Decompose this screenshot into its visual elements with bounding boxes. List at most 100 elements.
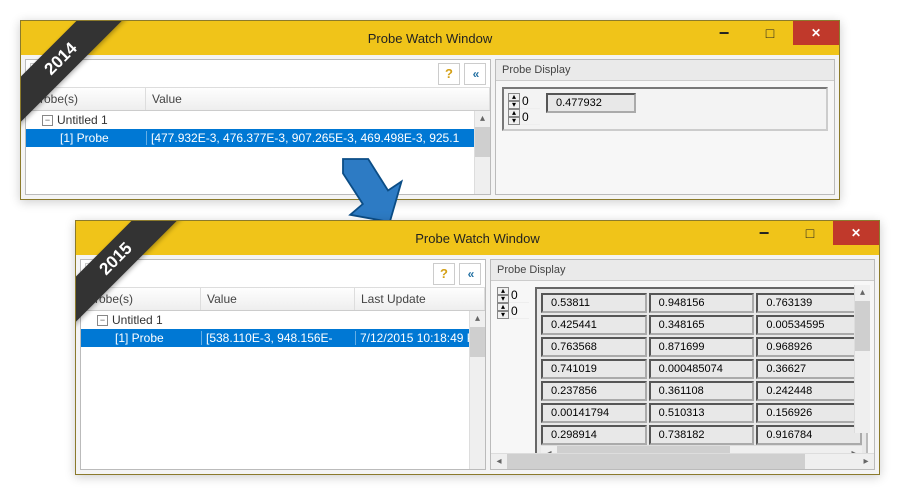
scroll-left-icon[interactable]: ◂: [491, 454, 507, 469]
spinner-row: ▴▾ 0: [497, 287, 529, 303]
probe-last-update: 7/12/2015 10:18:49 PM: [355, 331, 485, 345]
grid-cell: 0.36627: [756, 359, 862, 379]
left-pane: ✕ ? « Probe(s) Value − Untitled 1 [1] Pr…: [25, 59, 491, 195]
expand-icon[interactable]: −: [97, 315, 108, 326]
spin-down-icon[interactable]: ▾: [508, 117, 520, 125]
spin-row-value[interactable]: 0: [520, 94, 540, 109]
scroll-thumb[interactable]: [475, 127, 490, 157]
probe-row-selected[interactable]: [1] Probe [538.110E-3, 948.156E- 7/12/20…: [81, 329, 485, 347]
probe-row-selected[interactable]: [1] Probe [477.932E-3, 476.377E-3, 907.2…: [26, 129, 490, 147]
probe-value: [477.932E-3, 476.377E-3, 907.265E-3, 469…: [146, 131, 490, 145]
probe-tree: − Untitled 1 [1] Probe [538.110E-3, 948.…: [81, 311, 485, 469]
grid-cell: 0.763568: [541, 337, 647, 357]
content-2015: ✕ ? « Probe(s) Value Last Update − Untit…: [76, 255, 879, 474]
scroll-up-icon[interactable]: ▴: [855, 285, 870, 301]
collapse-icon[interactable]: «: [464, 63, 486, 85]
window-2014: Probe Watch Window − □ ✕ ✕ ? « Probe(s) …: [20, 20, 840, 200]
panel-title: Probe Display: [491, 260, 874, 281]
tree-root[interactable]: − Untitled 1: [81, 311, 485, 329]
grid-cell: 0.298914: [541, 425, 647, 445]
scroll-right-icon[interactable]: ▸: [858, 454, 874, 469]
left-pane: ✕ ? « Probe(s) Value Last Update − Untit…: [80, 259, 486, 470]
horizontal-scrollbar[interactable]: ◂ ▸: [541, 445, 862, 453]
titlebar-2014[interactable]: Probe Watch Window − □ ✕: [21, 21, 839, 55]
title-buttons: − □ ✕: [741, 221, 879, 245]
untitled-label: Untitled 1: [57, 113, 108, 127]
index-spinners: ▴▾ 0 ▴▾ 0: [497, 287, 529, 319]
right-pane: Probe Display ▴▾ 0 ▴▾ 0 0.477932: [495, 59, 835, 195]
grid-cell: 0.361108: [649, 381, 755, 401]
vertical-scrollbar[interactable]: ▴: [474, 111, 490, 194]
help-icon[interactable]: ?: [438, 63, 460, 85]
probe-display-2014: ▴▾ 0 ▴▾ 0 0.477932: [502, 87, 828, 131]
col-last-update[interactable]: Last Update: [355, 288, 485, 310]
grid-cell: 0.510313: [649, 403, 755, 423]
spin-row-value[interactable]: 0: [509, 288, 529, 303]
scroll-thumb[interactable]: [855, 301, 870, 351]
grid-cell: 0.871699: [649, 337, 755, 357]
scroll-up-icon[interactable]: ▴: [475, 111, 490, 127]
column-headers: Probe(s) Value Last Update: [81, 288, 485, 311]
grid-cell: 0.763139: [756, 293, 862, 313]
help-icon[interactable]: ?: [433, 263, 455, 285]
col-value[interactable]: Value: [201, 288, 355, 310]
minimize-button[interactable]: −: [741, 221, 787, 245]
toolbar: ✕ ? «: [81, 260, 485, 288]
untitled-label: Untitled 1: [112, 313, 163, 327]
probe-tree: − Untitled 1 [1] Probe [477.932E-3, 476.…: [26, 111, 490, 194]
col-probes[interactable]: Probe(s): [81, 288, 201, 310]
spin-down-icon[interactable]: ▾: [497, 311, 509, 319]
spinner-row: ▴▾ 0: [508, 93, 540, 109]
maximize-button[interactable]: □: [787, 221, 833, 245]
window-2015: Probe Watch Window − □ ✕ ✕ ? « Probe(s) …: [75, 220, 880, 475]
probe-value: [538.110E-3, 948.156E-: [201, 331, 355, 345]
scroll-up-icon[interactable]: ▴: [470, 311, 485, 327]
tree-root[interactable]: − Untitled 1: [26, 111, 490, 129]
spinner-col: ▴▾ 0: [508, 109, 540, 125]
probe-name: [1] Probe: [30, 131, 146, 145]
grid-cell: 0.237856: [541, 381, 647, 401]
panel-body: ▴▾ 0 ▴▾ 0 0.477932: [496, 81, 834, 194]
spin-col-value[interactable]: 0: [509, 304, 529, 319]
value-grid: 0.538110.9481560.7631390.4254410.3481650…: [541, 293, 862, 445]
delete-icon[interactable]: ✕: [30, 63, 52, 85]
col-probes[interactable]: Probe(s): [26, 88, 146, 110]
expand-icon[interactable]: −: [42, 115, 53, 126]
single-value: 0.477932: [546, 93, 636, 113]
spinner-col: ▴▾ 0: [497, 303, 529, 319]
close-button[interactable]: ✕: [833, 221, 879, 245]
panel-title: Probe Display: [496, 60, 834, 81]
maximize-button[interactable]: □: [747, 21, 793, 45]
value-grid-wrap: 0.538110.9481560.7631390.4254410.3481650…: [535, 287, 868, 453]
grid-cell: 0.738182: [649, 425, 755, 445]
grid-cell: 0.53811: [541, 293, 647, 313]
probe-display-2015: ▴▾ 0 ▴▾ 0 0.538110.9481560.7631390.42544…: [497, 287, 868, 453]
title-buttons: − □ ✕: [701, 21, 839, 45]
grid-cell: 0.156926: [756, 403, 862, 423]
scroll-left-icon[interactable]: ◂: [541, 446, 557, 453]
panel-horizontal-scrollbar[interactable]: ◂ ▸: [491, 453, 874, 469]
grid-cell: 0.348165: [649, 315, 755, 335]
grid-cell: 0.425441: [541, 315, 647, 335]
minimize-button[interactable]: −: [701, 21, 747, 45]
grid-cell: 0.948156: [649, 293, 755, 313]
vertical-scrollbar[interactable]: ▴: [469, 311, 485, 469]
vertical-scrollbar[interactable]: ▴: [854, 285, 870, 433]
col-value[interactable]: Value: [146, 88, 490, 110]
grid-cell: 0.00534595: [756, 315, 862, 335]
right-pane: Probe Display ▴▾ 0 ▴▾ 0 0.53811: [490, 259, 875, 470]
collapse-icon[interactable]: «: [459, 263, 481, 285]
scroll-thumb[interactable]: [507, 454, 805, 469]
close-button[interactable]: ✕: [793, 21, 839, 45]
spin-col-value[interactable]: 0: [520, 110, 540, 125]
grid-cell: 0.000485074: [649, 359, 755, 379]
scroll-thumb[interactable]: [470, 327, 485, 357]
scroll-right-icon[interactable]: ▸: [846, 446, 862, 453]
index-spinners: ▴▾ 0 ▴▾ 0: [508, 93, 540, 125]
titlebar-2015[interactable]: Probe Watch Window − □ ✕: [76, 221, 879, 255]
scroll-thumb[interactable]: [557, 446, 730, 453]
grid-cell: 0.242448: [756, 381, 862, 401]
delete-icon[interactable]: ✕: [85, 263, 107, 285]
probe-name: [1] Probe: [85, 331, 201, 345]
column-headers: Probe(s) Value: [26, 88, 490, 111]
